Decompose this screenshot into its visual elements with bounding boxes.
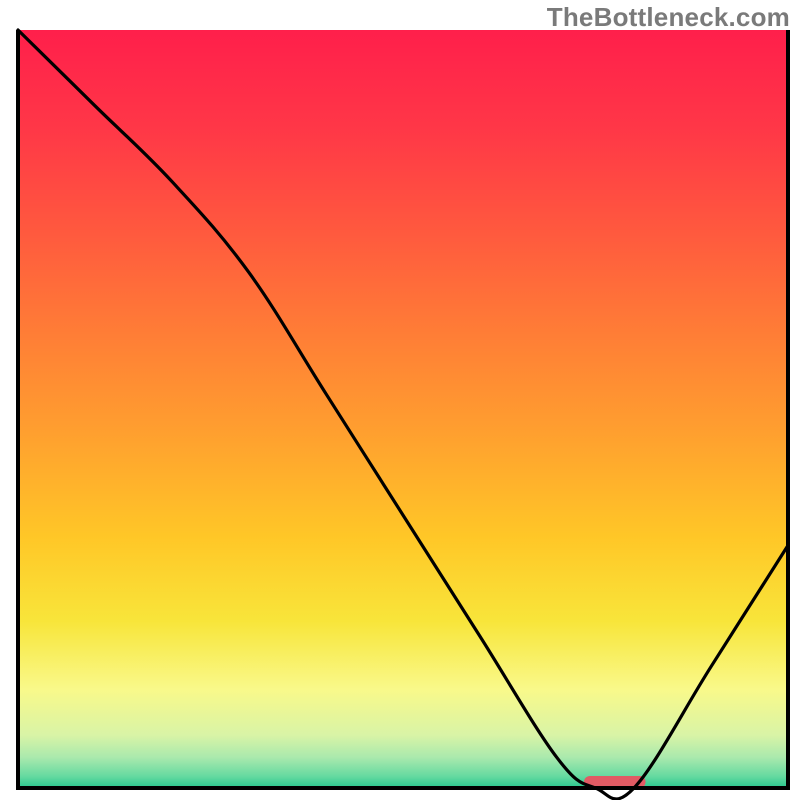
bottleneck-chart [0, 0, 800, 800]
watermark-text: TheBottleneck.com [547, 2, 790, 33]
chart-canvas: TheBottleneck.com [0, 0, 800, 800]
